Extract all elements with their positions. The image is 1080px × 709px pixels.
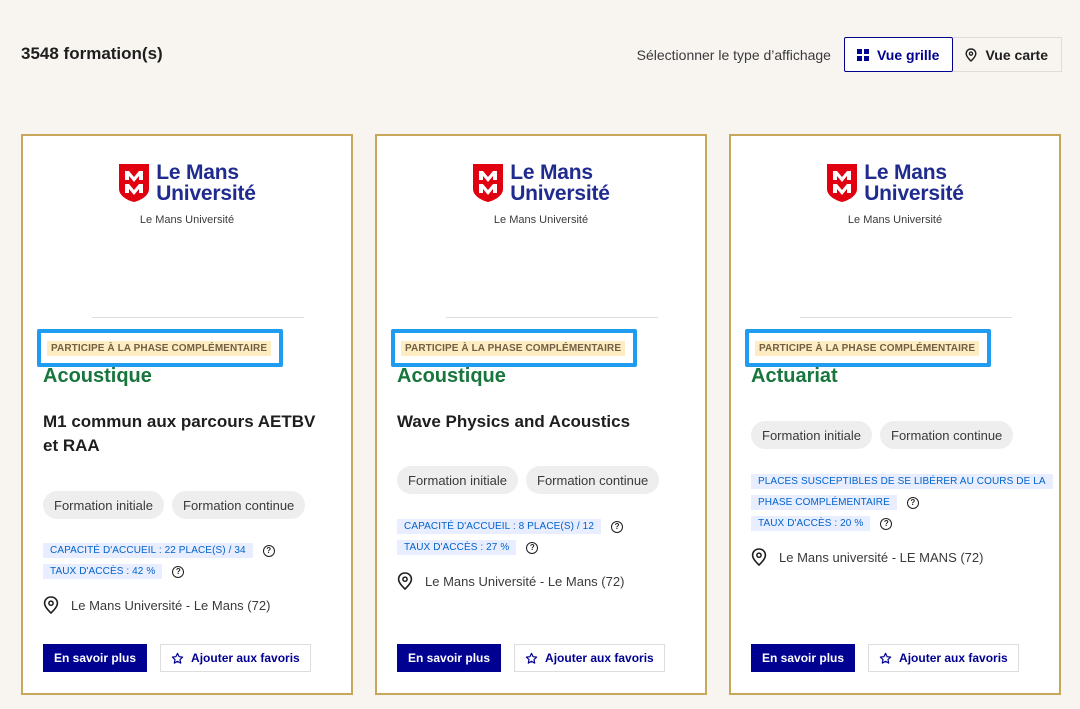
capacity-badge: CAPACITÉ D'ACCUEIL : 22 PLACE(S) / 34 — [43, 543, 253, 558]
formation-title: M1 commun aux parcours AETBV et RAA — [43, 412, 316, 455]
help-icon[interactable]: ? — [611, 520, 624, 533]
phase-badge: PARTICIPE À LA PHASE COMPLÉMENTAIRE — [755, 340, 980, 356]
places-liberables-badge: PHASE COMPLÉMENTAIRE — [751, 495, 897, 510]
help-icon[interactable]: ? — [262, 544, 275, 557]
add-favorite-button[interactable]: Ajouter aux favoris — [160, 644, 311, 672]
star-icon — [879, 652, 892, 664]
divider — [92, 317, 304, 318]
domain-title: Actuariat — [751, 365, 838, 387]
institution-name: Le Mans Université — [139, 214, 235, 226]
logo-text: Le Mans Université — [510, 161, 610, 205]
add-favorite-button[interactable]: Ajouter aux favoris — [868, 644, 1019, 672]
grid-icon — [856, 48, 869, 61]
map-pin-icon — [751, 548, 767, 566]
university-shield-icon — [827, 164, 858, 202]
tags: Formation initiale Formation continue — [43, 491, 306, 519]
grid-view-label: Vue grille — [876, 46, 940, 63]
institution-name: Le Mans Université — [847, 214, 943, 226]
star-icon — [171, 652, 184, 664]
tag: Formation initiale — [397, 466, 518, 494]
map-view-button[interactable]: Vue carte — [953, 37, 1062, 72]
university-logo: Le Mans Université — [731, 162, 1059, 204]
phase-badge: PARTICIPE À LA PHASE COMPLÉMENTAIRE — [401, 340, 626, 356]
map-pin-icon — [43, 596, 59, 614]
location-text: Le Mans Université - Le Mans (72) — [425, 573, 625, 589]
access-rate-badge: TAUX D'ACCÈS : 42 % — [43, 564, 163, 579]
card-actions: En savoir plus Ajouter aux favoris — [751, 644, 1019, 672]
grid-view-button[interactable]: Vue grille — [843, 37, 954, 72]
access-rate-badge: TAUX D'ACCÈS : 20 % — [751, 516, 871, 531]
divider — [800, 317, 1012, 318]
help-icon[interactable]: ? — [880, 517, 893, 530]
divider — [446, 317, 658, 318]
logo-text: Le Mans Université — [864, 161, 964, 205]
tag: Formation initiale — [43, 491, 164, 519]
learn-more-button[interactable]: En savoir plus — [43, 644, 148, 672]
tags: Formation initiale Formation continue — [751, 421, 1014, 449]
university-shield-icon — [473, 164, 504, 202]
info-block: CAPACITÉ D'ACCUEIL : 8 PLACE(S) / 12? TA… — [397, 516, 624, 558]
formation-title: Wave Physics and Acoustics — [397, 412, 631, 431]
location-text: Le Mans Université - Le Mans (72) — [71, 597, 271, 613]
phase-badge-highlight: PARTICIPE À LA PHASE COMPLÉMENTAIRE — [37, 329, 283, 367]
tags: Formation initiale Formation continue — [397, 466, 660, 494]
map-pin-icon — [397, 572, 413, 590]
phase-badge-highlight: PARTICIPE À LA PHASE COMPLÉMENTAIRE — [745, 329, 991, 367]
location: Le Mans Université - Le Mans (72) — [43, 596, 270, 614]
tag: Formation continue — [172, 491, 306, 519]
location-text: Le Mans université - LE MANS (72) — [779, 549, 984, 565]
card-actions: En savoir plus Ajouter aux favoris — [43, 644, 311, 672]
add-favorite-button[interactable]: Ajouter aux favoris — [514, 644, 665, 672]
help-icon[interactable]: ? — [906, 496, 919, 509]
formation-card: Le Mans Université Le Mans Université PA… — [375, 134, 707, 695]
card-actions: En savoir plus Ajouter aux favoris — [397, 644, 665, 672]
logo-text: Le Mans Université — [156, 161, 256, 205]
results-count: 3548 formation(s) — [21, 44, 163, 63]
formation-cards: Le Mans Université Le Mans Université PA… — [21, 134, 1061, 695]
help-icon[interactable]: ? — [526, 541, 539, 554]
location: Le Mans Université - Le Mans (72) — [397, 572, 624, 590]
add-favorite-label: Ajouter aux favoris — [545, 651, 654, 665]
location: Le Mans université - LE MANS (72) — [751, 548, 983, 566]
map-pin-icon — [965, 47, 977, 62]
phase-badge-highlight: PARTICIPE À LA PHASE COMPLÉMENTAIRE — [391, 329, 637, 367]
domain-title: Acoustique — [397, 365, 506, 387]
domain-title: Acoustique — [43, 365, 152, 387]
formation-card: Le Mans Université Le Mans Université PA… — [21, 134, 353, 695]
tag: Formation continue — [526, 466, 660, 494]
view-selector: Sélectionner le type d’affichage Vue gri… — [637, 37, 1062, 72]
add-favorite-label: Ajouter aux favoris — [191, 651, 300, 665]
info-block: PLACES SUSCEPTIBLES DE SE LIBÉRER AU COU… — [751, 471, 1053, 534]
phase-badge: PARTICIPE À LA PHASE COMPLÉMENTAIRE — [47, 340, 272, 356]
capacity-badge: CAPACITÉ D'ACCUEIL : 8 PLACE(S) / 12 — [397, 519, 602, 534]
university-logo: Le Mans Université — [23, 162, 351, 204]
access-rate-badge: TAUX D'ACCÈS : 27 % — [397, 540, 517, 555]
places-liberables-badge: PLACES SUSCEPTIBLES DE SE LIBÉRER AU COU… — [751, 474, 1053, 489]
map-view-label: Vue carte — [985, 46, 1048, 63]
add-favorite-label: Ajouter aux favoris — [899, 651, 1008, 665]
view-selector-label: Sélectionner le type d’affichage — [636, 46, 831, 63]
university-logo: Le Mans Université — [377, 162, 705, 204]
learn-more-button[interactable]: En savoir plus — [397, 644, 502, 672]
university-shield-icon — [119, 164, 150, 202]
learn-more-button[interactable]: En savoir plus — [751, 644, 856, 672]
tag: Formation continue — [880, 421, 1014, 449]
info-block: CAPACITÉ D'ACCUEIL : 22 PLACE(S) / 34? T… — [43, 540, 275, 582]
help-icon[interactable]: ? — [172, 565, 185, 578]
tag: Formation initiale — [751, 421, 872, 449]
formation-card: Le Mans Université Le Mans Université PA… — [729, 134, 1061, 695]
institution-name: Le Mans Université — [493, 214, 589, 226]
star-icon — [525, 652, 538, 664]
